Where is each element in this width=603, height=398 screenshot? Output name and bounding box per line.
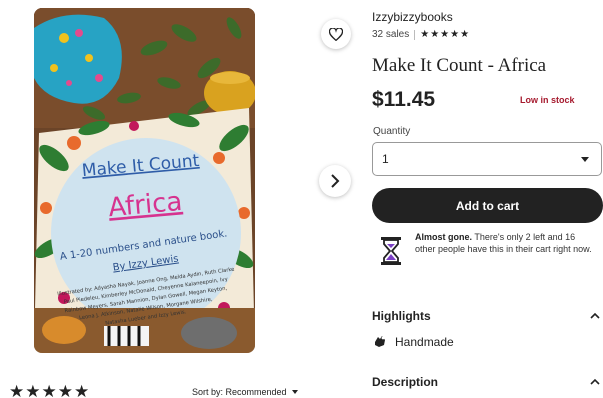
divider [414, 29, 416, 40]
shop-rating-stars[interactable]: ★★★★★ [420, 29, 470, 40]
heart-icon [329, 27, 343, 41]
description-toggle[interactable]: Description [372, 375, 438, 389]
sort-label: Sort by: Recommended [192, 387, 287, 397]
sales-count: 32 sales [372, 29, 410, 40]
hourglass-icon [381, 237, 401, 265]
quantity-label: Quantity [373, 126, 411, 137]
chevron-up-icon[interactable] [590, 377, 600, 387]
almost-gone-bold: Almost gone. [415, 232, 473, 242]
highlight-handmade: Handmade [395, 335, 454, 349]
sales-rating-row: 32 sales ★★★★★ [372, 29, 470, 40]
chevron-right-icon [331, 174, 340, 188]
almost-gone-notice: Almost gone. There's only 2 left and 16 … [415, 232, 595, 255]
shop-name-link[interactable]: Izzybizzybooks [372, 10, 453, 24]
chevron-down-icon [581, 156, 589, 162]
product-image[interactable]: Make It Count Africa A 1-20 numbers and … [34, 8, 255, 353]
chevron-up-icon[interactable] [590, 311, 600, 321]
sort-dropdown[interactable]: Sort by: Recommended [192, 387, 298, 397]
quantity-select[interactable]: 1 [372, 142, 602, 176]
product-price: $11.45 [372, 88, 436, 111]
chevron-down-icon [291, 390, 298, 394]
stock-status: Low in stock [520, 95, 575, 105]
highlights-toggle[interactable]: Highlights [372, 309, 431, 323]
handmade-icon [375, 336, 385, 347]
product-title: Make It Count - Africa [372, 55, 547, 76]
add-to-cart-button[interactable]: Add to cart [372, 188, 603, 223]
quantity-value: 1 [382, 152, 389, 166]
favorite-button[interactable] [321, 19, 351, 49]
next-image-button[interactable] [319, 165, 351, 197]
review-stars: ★★★★★ [9, 382, 91, 398]
